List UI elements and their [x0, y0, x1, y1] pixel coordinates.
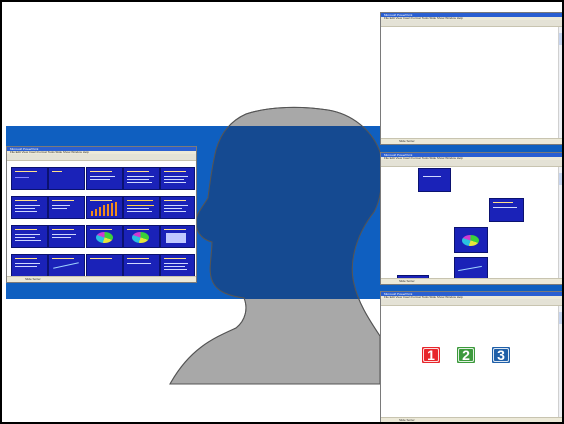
vertical-scrollbar[interactable] [558, 306, 562, 418]
toolbar[interactable] [7, 154, 196, 161]
slide-thumbnail[interactable] [160, 167, 195, 190]
status-text: Slide Sorter [25, 277, 41, 281]
slide-thumbnail[interactable] [123, 225, 160, 248]
status-bar: Slide Sorter [381, 278, 562, 284]
number-button-1[interactable]: 1 [421, 346, 441, 364]
slide-thumbnail[interactable] [418, 168, 451, 192]
toolbar[interactable] [381, 299, 562, 306]
slide-thumbnail[interactable] [86, 254, 123, 277]
slide-thumbnail[interactable] [11, 167, 48, 190]
slide-area [381, 27, 559, 139]
slide-thumbnail[interactable] [86, 225, 123, 248]
slide-thumbnail[interactable] [86, 196, 123, 219]
status-bar: Slide Sorter [381, 417, 562, 422]
vertical-scrollbar[interactable] [558, 27, 562, 139]
number-button-3[interactable]: 3 [491, 346, 511, 364]
slide-thumbnail[interactable] [160, 225, 195, 248]
status-text: Slide Sorter [399, 418, 415, 422]
number-button-2[interactable]: 2 [456, 346, 476, 364]
slide-thumbnail[interactable] [454, 227, 488, 253]
slide-thumbnails [10, 165, 195, 280]
blank-presentation-window[interactable]: Microsoft PowerPoint File Edit View Inse… [380, 12, 562, 145]
slide-thumbnail[interactable] [48, 254, 85, 277]
vertical-scrollbar[interactable] [558, 167, 562, 279]
slide-thumbnail[interactable] [48, 167, 85, 190]
slide-thumbnail[interactable] [123, 254, 160, 277]
slide-thumbnail[interactable] [48, 196, 85, 219]
status-text: Slide Sorter [399, 139, 415, 143]
slide-thumbnail[interactable] [11, 196, 48, 219]
slide-thumbnail[interactable] [123, 167, 160, 190]
status-bar: Slide Sorter [7, 276, 196, 282]
status-bar: Slide Sorter [381, 138, 562, 144]
canvas-frame: Microsoft PowerPoint File Edit View Inse… [0, 0, 564, 424]
status-text: Slide Sorter [399, 279, 415, 283]
toolbar[interactable] [381, 20, 562, 27]
slide-thumbnail[interactable] [11, 254, 48, 277]
slide-thumbnail[interactable] [489, 198, 524, 222]
slide-thumbnail[interactable] [123, 196, 160, 219]
toolbar[interactable] [381, 160, 562, 167]
slide-thumbnail[interactable] [48, 225, 85, 248]
scroll-thumb[interactable] [559, 312, 562, 324]
number-button-label: 3 [497, 347, 505, 363]
scattered-slides-window[interactable]: Microsoft PowerPoint File Edit View Inse… [380, 152, 562, 285]
slide-thumbnail[interactable] [160, 196, 195, 219]
scroll-thumb[interactable] [559, 33, 562, 45]
slide-thumbnail[interactable] [160, 254, 195, 277]
slide-thumbnail[interactable] [86, 167, 123, 190]
number-button-label: 1 [427, 347, 435, 363]
slide-area [381, 167, 559, 281]
slide-thumbnail[interactable] [11, 225, 48, 248]
number-button-label: 2 [462, 347, 470, 363]
scroll-thumb[interactable] [559, 173, 562, 185]
slide-sorter-window[interactable]: Microsoft PowerPoint File Edit View Inse… [6, 146, 197, 283]
